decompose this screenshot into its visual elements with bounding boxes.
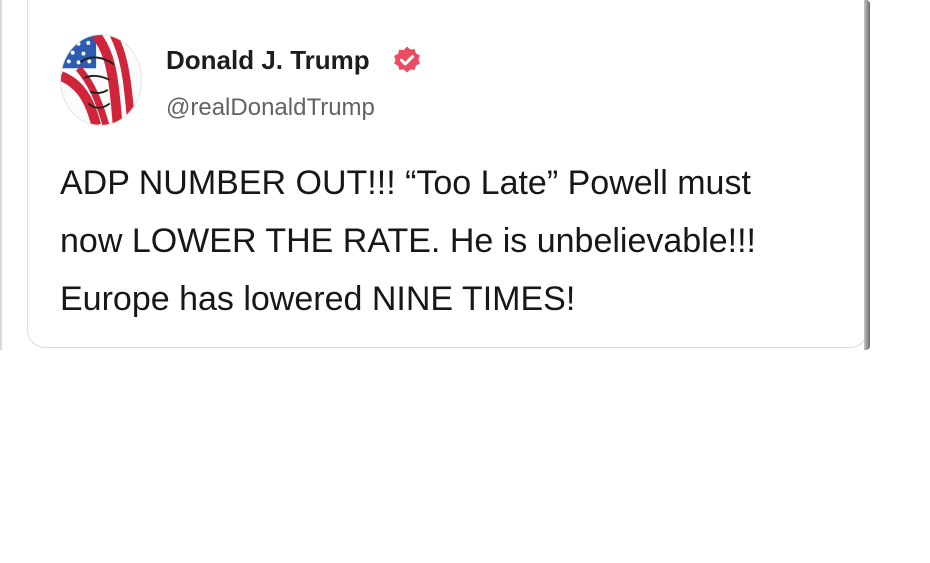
verified-badge-icon	[392, 45, 422, 75]
card-edge-shadow	[864, 0, 870, 350]
post-text: ADP NUMBER OUT!!! “Too Late” Powell must…	[60, 164, 757, 318]
avatar[interactable]	[60, 34, 142, 126]
author-handle[interactable]: @realDonaldTrump	[166, 93, 375, 123]
viewport-left-edge	[0, 0, 2, 350]
author-name[interactable]: Donald J. Trump	[166, 44, 370, 76]
flag-portrait-icon	[61, 35, 141, 125]
